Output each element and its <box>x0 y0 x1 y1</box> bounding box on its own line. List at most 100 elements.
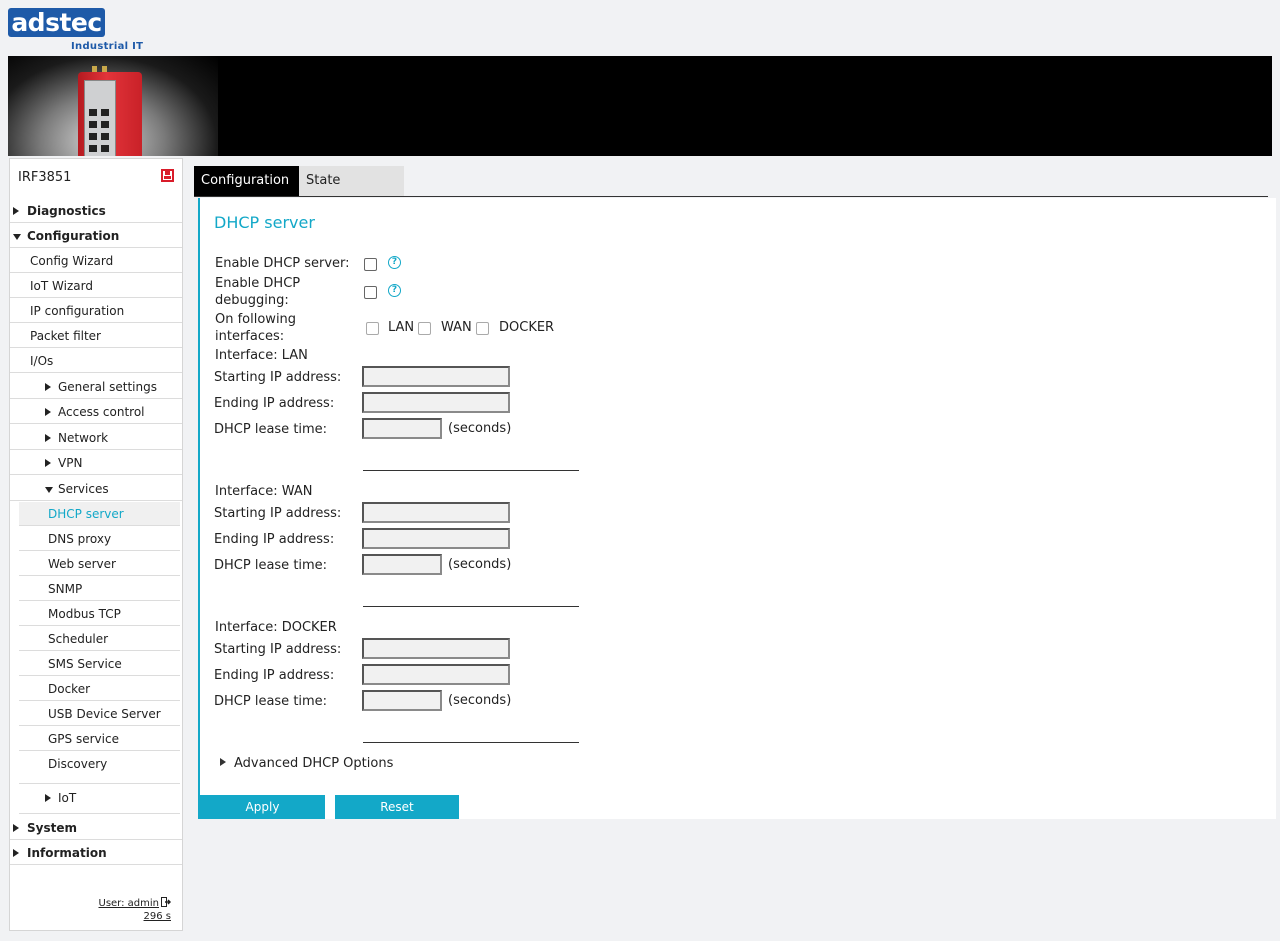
start-ip-label: Starting IP address: <box>214 370 342 385</box>
sidebar-item-gps-service[interactable]: GPS service <box>19 727 180 751</box>
logo-wordmark: adstec <box>8 8 105 37</box>
interface-lan-checkbox[interactable] <box>366 322 379 335</box>
lease-unit: (seconds) <box>448 421 512 436</box>
dhcp-debug-label-line1: Enable DHCP <box>215 276 301 291</box>
sidebar-item-network[interactable]: Network <box>10 426 182 450</box>
lan-end-ip-input[interactable] <box>362 392 510 413</box>
lease-time-label: DHCP lease time: <box>214 694 328 709</box>
sidebar-item-label: Information <box>27 846 107 860</box>
sidebar-item-iot-wizard[interactable]: IoT Wizard <box>10 274 182 298</box>
reset-button[interactable]: Reset <box>335 795 459 819</box>
sidebar-item-access-control[interactable]: Access control <box>10 400 182 424</box>
collapse-icon <box>13 234 21 240</box>
interfaces-label-line1: On following <box>215 312 297 327</box>
lease-unit: (seconds) <box>448 693 512 708</box>
sidebar-item-ip-configuration[interactable]: IP configuration <box>10 299 182 323</box>
docker-end-ip-input[interactable] <box>362 664 510 685</box>
sidebar-item-sms-service[interactable]: SMS Service <box>19 652 180 676</box>
sidebar-item-label: DHCP server <box>48 507 124 521</box>
sidebar-item-iot[interactable]: IoT <box>19 784 180 814</box>
sidebar-item-label: DNS proxy <box>48 532 112 546</box>
sidebar-item-label: I/Os <box>30 354 54 368</box>
adstec-logo: adstec Industrial IT <box>8 8 143 54</box>
device-name: IRF3851 <box>18 170 72 185</box>
tab-state[interactable]: State <box>299 166 404 196</box>
wan-end-ip-input[interactable] <box>362 528 510 549</box>
user-info: User: admin 296 s <box>99 896 171 923</box>
sidebar-item-web-server[interactable]: Web server <box>19 552 180 576</box>
sidebar-item-vpn[interactable]: VPN <box>10 451 182 475</box>
expand-icon <box>13 824 19 832</box>
expand-icon <box>45 794 51 802</box>
wan-start-ip-input[interactable] <box>362 502 510 523</box>
lease-time-label: DHCP lease time: <box>214 558 328 573</box>
logout-icon[interactable] <box>161 897 171 907</box>
sidebar-item-packet-filter[interactable]: Packet filter <box>10 324 182 348</box>
sidebar-item-label: Diagnostics <box>27 204 106 218</box>
sidebar-item-dns-proxy[interactable]: DNS proxy <box>19 527 180 551</box>
interface-wan-label: WAN <box>441 320 472 335</box>
sidebar-item-label: Packet filter <box>30 329 101 343</box>
sidebar-item-general-settings[interactable]: General settings <box>10 375 182 399</box>
sidebar-item-label: Modbus TCP <box>48 607 121 621</box>
section-title: Interface: WAN <box>215 484 313 499</box>
user-link[interactable]: User: admin <box>99 898 160 909</box>
expand-icon <box>45 383 51 391</box>
sidebar-item-label: Web server <box>48 557 116 571</box>
sidebar-item-label: Access control <box>58 405 145 419</box>
interface-wan-checkbox[interactable] <box>418 322 431 335</box>
docker-start-ip-input[interactable] <box>362 638 510 659</box>
sidebar-item-label: IP configuration <box>30 304 125 318</box>
help-icon[interactable]: ? <box>388 284 401 297</box>
main-content: DHCP server Enable DHCP server: ? Enable… <box>198 198 1276 819</box>
end-ip-label: Ending IP address: <box>214 668 335 683</box>
collapse-icon <box>45 487 53 493</box>
wan-lease-time-input[interactable] <box>362 554 442 575</box>
docker-lease-time-input[interactable] <box>362 690 442 711</box>
sidebar-item-label: VPN <box>58 456 83 470</box>
section-title: Interface: LAN <box>215 348 308 363</box>
sidebar-item-usb-device-server[interactable]: USB Device Server <box>19 702 180 726</box>
sidebar-item-label: Network <box>58 431 109 445</box>
sidebar-item-label: Scheduler <box>48 632 109 646</box>
sidebar-item-label: GPS service <box>48 732 119 746</box>
sidebar-item-docker[interactable]: Docker <box>19 677 180 701</box>
section-divider <box>363 606 579 607</box>
sidebar-item-label: IoT Wizard <box>30 279 93 293</box>
lan-lease-time-input[interactable] <box>362 418 442 439</box>
page-title: DHCP server <box>214 213 315 232</box>
expand-icon[interactable] <box>220 758 226 766</box>
logo-subtitle: Industrial IT <box>71 41 144 52</box>
section-divider <box>363 470 579 471</box>
sidebar-item-discovery[interactable]: Discovery <box>19 752 180 784</box>
advanced-dhcp-options-toggle[interactable]: Advanced DHCP Options <box>234 755 393 772</box>
sidebar-item-modbus-tcp[interactable]: Modbus TCP <box>19 602 180 626</box>
sidebar-item-system[interactable]: System <box>10 816 182 840</box>
apply-button[interactable]: Apply <box>200 795 325 819</box>
session-timer: 296 s <box>143 911 171 922</box>
sidebar-item-diagnostics[interactable]: Diagnostics <box>10 199 182 223</box>
enable-dhcp-checkbox[interactable] <box>364 258 377 271</box>
sidebar-item-config-wizard[interactable]: Config Wizard <box>10 249 182 273</box>
sidebar-item-dhcp-server[interactable]: DHCP server <box>19 502 180 526</box>
sidebar-item-information[interactable]: Information <box>10 841 182 865</box>
sidebar-item-services[interactable]: Services <box>10 477 182 501</box>
lease-time-label: DHCP lease time: <box>214 422 328 437</box>
interface-docker-checkbox[interactable] <box>476 322 489 335</box>
sidebar-item-label: Docker <box>48 682 91 696</box>
help-icon[interactable]: ? <box>388 256 401 269</box>
sidebar-item-scheduler[interactable]: Scheduler <box>19 627 180 651</box>
router-device-image <box>78 66 142 156</box>
expand-icon <box>13 207 19 215</box>
dhcp-debug-checkbox[interactable] <box>364 286 377 299</box>
end-ip-label: Ending IP address: <box>214 532 335 547</box>
sidebar-item-ios[interactable]: I/Os <box>10 349 182 373</box>
lan-start-ip-input[interactable] <box>362 366 510 387</box>
tab-configuration[interactable]: Configuration <box>194 166 299 196</box>
sidebar-item-configuration[interactable]: Configuration <box>10 224 182 248</box>
sidebar: IRF3851 Diagnostics Configuration Config… <box>9 158 183 931</box>
save-icon[interactable] <box>161 169 174 182</box>
sidebar-item-label: System <box>27 821 77 835</box>
sidebar-item-snmp[interactable]: SNMP <box>19 577 180 601</box>
section-title: Interface: DOCKER <box>215 620 337 635</box>
